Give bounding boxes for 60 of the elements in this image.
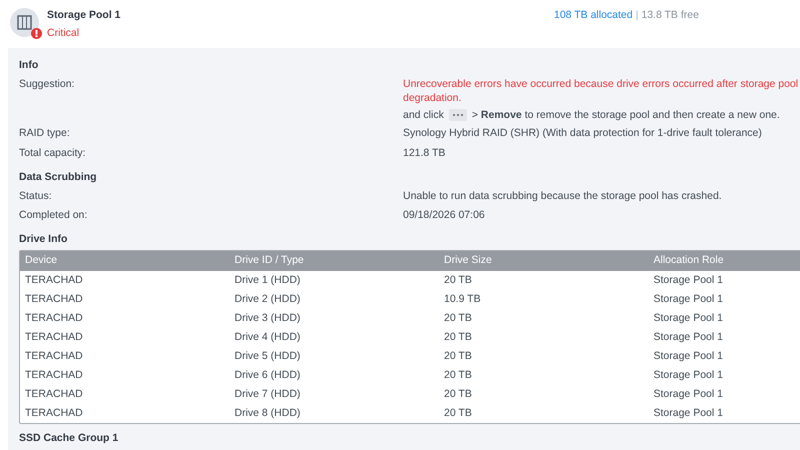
status-text: Critical xyxy=(47,26,80,40)
table-cell: Drive 1 (HDD) xyxy=(234,274,300,286)
table-cell: TERACHAD xyxy=(25,368,83,381)
table-cell: Drive 3 (HDD) xyxy=(234,312,300,324)
field-value: Unable to run data scrubbing because the storage pool has crashed. xyxy=(403,190,722,202)
more-icon[interactable] xyxy=(448,109,467,121)
field-value: 09/18/2026 07:06 xyxy=(403,209,485,222)
free-text: 13.8 TB free xyxy=(641,8,699,23)
field-value: 121.8 TB xyxy=(403,146,446,159)
field-label: Status: xyxy=(19,190,52,202)
table-cell: Storage Pool 1 xyxy=(654,312,723,324)
table-cell: Drive 5 (HDD) xyxy=(234,350,300,362)
table-cell: Drive 4 (HDD) xyxy=(234,330,300,343)
table-cell: Storage Pool 1 xyxy=(654,368,723,381)
column-header[interactable]: Allocation Role xyxy=(654,254,724,266)
table-cell: 10.9 TB xyxy=(444,292,481,305)
table-cell: Storage Pool 1 xyxy=(654,330,723,343)
table-cell: Storage Pool 1 xyxy=(654,292,723,305)
table-cell: Storage Pool 1 xyxy=(654,388,723,400)
error-message: Unrecoverable errors have occurred because drive errors occurred after storage pool degradation. xyxy=(403,77,800,105)
column-header[interactable]: Drive ID / Type xyxy=(234,254,304,266)
error-badge-icon xyxy=(31,28,42,39)
instruction-text: > Remove to remove the storage pool and then create a new one. xyxy=(472,108,780,122)
table-cell: Storage Pool 1 xyxy=(654,274,723,286)
column-header[interactable]: Device xyxy=(25,254,58,266)
table-cell: 20 TB xyxy=(444,388,472,400)
table-cell: 20 TB xyxy=(444,330,472,343)
table-cell: Drive 2 (HDD) xyxy=(234,292,300,305)
table-cell: Storage Pool 1 xyxy=(654,350,723,362)
table-cell: 20 TB xyxy=(444,368,472,381)
section-title: Info xyxy=(19,58,40,73)
table-cell: Drive 8 (HDD) xyxy=(234,406,300,419)
separator-text: | xyxy=(636,8,638,23)
pool-title: Storage Pool 1 xyxy=(47,8,122,22)
allocated-text: 108 TB allocated xyxy=(554,8,633,23)
table-cell: Storage Pool 1 xyxy=(654,406,723,419)
field-label: Completed on: xyxy=(19,209,88,222)
table-cell: TERACHAD xyxy=(25,274,83,286)
field-label: Suggestion: xyxy=(19,78,74,90)
section-title: Drive Info xyxy=(19,232,68,247)
table-cell: TERACHAD xyxy=(25,312,83,324)
table-cell: 20 TB xyxy=(444,312,472,324)
section-title: Data Scrubbing xyxy=(19,170,98,184)
table-cell: 20 TB xyxy=(444,274,472,286)
drive-bays-icon xyxy=(17,15,32,30)
field-value: Synology Hybrid RAID (SHR) (With data protection for 1-drive fault tolerance) xyxy=(403,127,762,139)
table-cell: TERACHAD xyxy=(25,292,83,305)
section-title: SSD Cache Group 1 xyxy=(19,431,120,445)
table-cell: Drive 7 (HDD) xyxy=(234,388,300,400)
field-label: Total capacity: xyxy=(19,146,86,159)
table-cell: TERACHAD xyxy=(25,350,83,362)
table-cell: 20 TB xyxy=(444,406,472,419)
table-cell: Drive 6 (HDD) xyxy=(234,368,300,381)
table-cell: TERACHAD xyxy=(25,388,83,400)
field-label: RAID type: xyxy=(19,127,70,139)
table-cell: 20 TB xyxy=(444,350,472,362)
table-cell: TERACHAD xyxy=(25,406,83,419)
table-cell: TERACHAD xyxy=(25,330,83,343)
instruction-text: and click xyxy=(403,108,444,122)
column-header[interactable]: Drive Size xyxy=(444,254,492,266)
